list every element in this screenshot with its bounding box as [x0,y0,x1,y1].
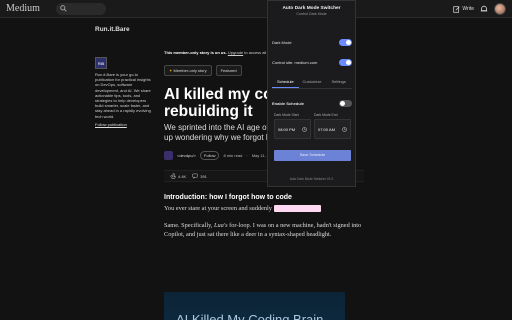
upgrade-link[interactable]: Upgrade [228,50,243,55]
clap-button[interactable]: 4.4K [170,173,186,179]
search-input[interactable] [56,3,106,15]
member-only-label: Member-only story [173,68,207,73]
byline-dot: · [246,153,248,158]
member-banner-bold: This member-only story is on us. [164,50,227,55]
start-time-input[interactable]: 08:00 PM [274,119,311,139]
write-icon [453,5,460,13]
extension-popup: Auto Dark Mode Switcher Control Dark Mod… [267,0,356,187]
hero-image-text: AI Killed My Coding Brain [176,312,324,320]
publication-sidebar: Run.it.Bare RiB Run.it.Bare is your go-t… [95,26,155,127]
toggle-knob [346,40,351,45]
featured-chip[interactable]: Featured [215,65,242,76]
paragraph-2-em: Lua's [213,222,228,229]
publication-logo[interactable]: RiB [95,57,107,69]
popup-subtitle: Control Dark Mode [296,12,327,16]
follow-publication-link[interactable]: Follow publication [95,122,155,127]
publication-name[interactable]: Run.it.Bare [95,26,155,33]
publication-description: Run.it.Bare is your go-to publication fo… [95,72,151,119]
comment-count: 391 [200,173,207,179]
control-site-row: Control site: medium.com [272,59,352,66]
control-site-toggle[interactable] [339,59,352,66]
follow-author-button[interactable]: Follow [199,151,220,160]
enable-schedule-row: Enable Schedule [272,100,352,107]
clap-icon [170,173,176,179]
end-time-value: 07:00 AM [318,126,335,132]
save-schedule-button[interactable]: Save Schedule [274,150,351,161]
notifications-bell-icon[interactable] [480,5,488,13]
tab-settings[interactable]: Settings [325,77,352,88]
tab-customize[interactable]: Customize [299,77,326,88]
dark-mode-toggle[interactable] [339,39,352,46]
clock-icon [342,126,347,132]
section-heading: Introduction: how I forgot how to code [164,194,292,201]
medium-logo[interactable]: Medium [6,3,40,14]
user-avatar[interactable] [494,3,506,15]
member-only-chip: ✦ Member-only story [164,65,212,76]
popup-title: Auto Dark Mode Switcher [282,6,341,11]
comments-button[interactable]: 391 [192,173,207,179]
enable-schedule-label: Enable Schedule [272,101,305,106]
hero-image: AI Killed My Coding Brain [164,292,345,320]
top-right-actions: Write [453,2,506,16]
popup-footer: Auto Dark Mode Switcher V1.0 [289,177,334,181]
end-time-label: Dark Mode End [314,113,338,117]
write-button[interactable]: Write [453,5,474,13]
search-icon [60,5,67,12]
comment-icon [192,173,198,179]
popup-tabs: Schedule Customize Settings [272,77,352,89]
end-time-group: Dark Mode End 07:00 AM [314,113,351,139]
toggle-knob [346,60,351,65]
start-time-value: 08:00 PM [278,126,296,132]
paragraph-2-a: Same. Specifically, [164,222,214,229]
author-name[interactable]: <devdpu/> [177,153,196,158]
toggle-knob [340,101,345,106]
end-time-input[interactable]: 07:00 AM [314,119,351,139]
dark-mode-label: Dark Mode [272,40,292,45]
start-time-group: Dark Mode Start 08:00 PM [274,113,311,139]
start-time-label: Dark Mode Start [274,113,299,117]
tab-schedule[interactable]: Schedule [272,77,299,88]
clock-icon [302,126,307,132]
top-navigation-bar: Medium Write [0,0,512,18]
write-label: Write [462,6,474,12]
paragraph-1: You ever stare at your screen and sudden… [164,204,364,213]
control-site-label: Control site: medium.com [272,60,318,65]
paragraph-2: Same. Specifically, Lua's for-loop. I wa… [164,221,364,239]
highlighted-text[interactable]: xxxxx [273,205,322,212]
author-avatar[interactable] [164,151,173,160]
star-icon: ✦ [169,68,173,73]
dark-mode-row: Dark Mode [272,39,352,46]
clap-count: 4.4K [178,173,187,179]
enable-schedule-toggle[interactable] [339,100,352,107]
paragraph-1-text: You ever stare at your screen and sudden… [164,205,272,212]
read-time: 8 min read [223,153,243,158]
